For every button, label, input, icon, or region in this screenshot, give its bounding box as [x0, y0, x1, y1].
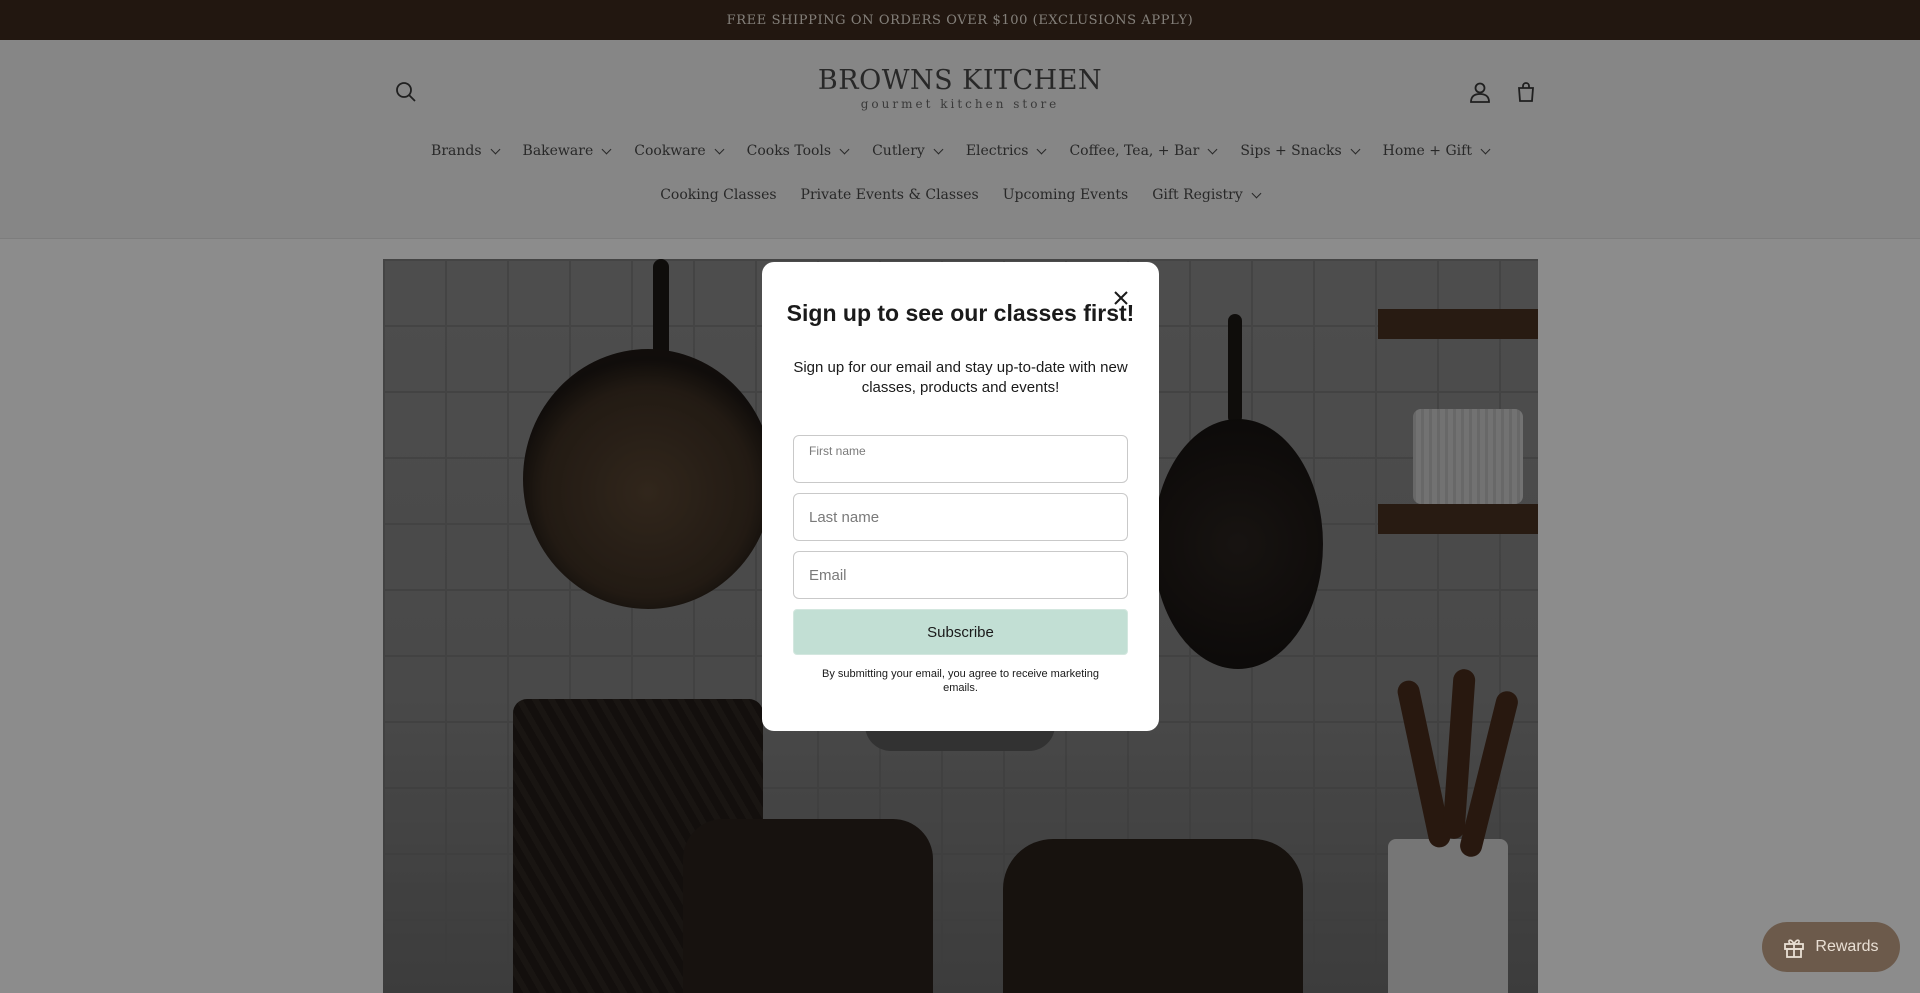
- last-name-field[interactable]: [793, 493, 1128, 541]
- gift-icon: [1784, 939, 1805, 958]
- marketing-disclaimer: By submitting your email, you agree to r…: [822, 668, 1099, 694]
- modal-subtitle: Sign up for our email and stay up-to-dat…: [793, 359, 1128, 396]
- rewards-button[interactable]: Rewards: [1762, 922, 1900, 972]
- email-field[interactable]: [793, 551, 1128, 599]
- first-name-input[interactable]: [794, 436, 1127, 482]
- signup-modal: Sign up to see our classes first! Sign u…: [762, 262, 1159, 731]
- modal-title: Sign up to see our classes first!: [786, 300, 1135, 326]
- last-name-input[interactable]: [794, 494, 1127, 540]
- rewards-label: Rewards: [1815, 938, 1879, 955]
- subscribe-button[interactable]: Subscribe: [793, 609, 1128, 655]
- email-input[interactable]: [794, 552, 1127, 598]
- first-name-label: First name: [809, 444, 866, 458]
- first-name-field[interactable]: First name: [793, 435, 1128, 483]
